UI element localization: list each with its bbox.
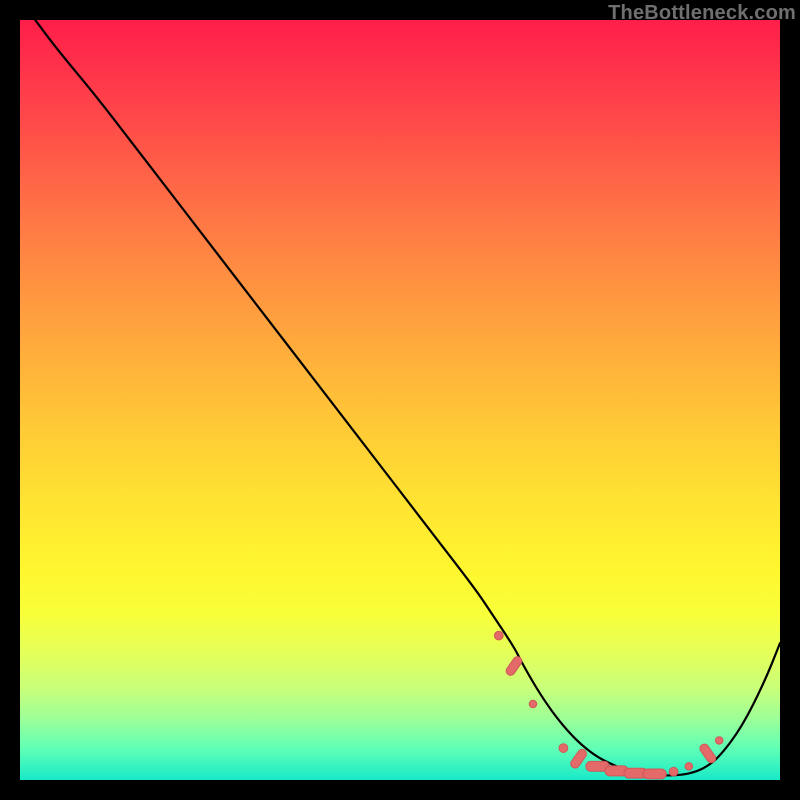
chart-frame [20,20,780,780]
chart-gradient-background [20,20,780,780]
